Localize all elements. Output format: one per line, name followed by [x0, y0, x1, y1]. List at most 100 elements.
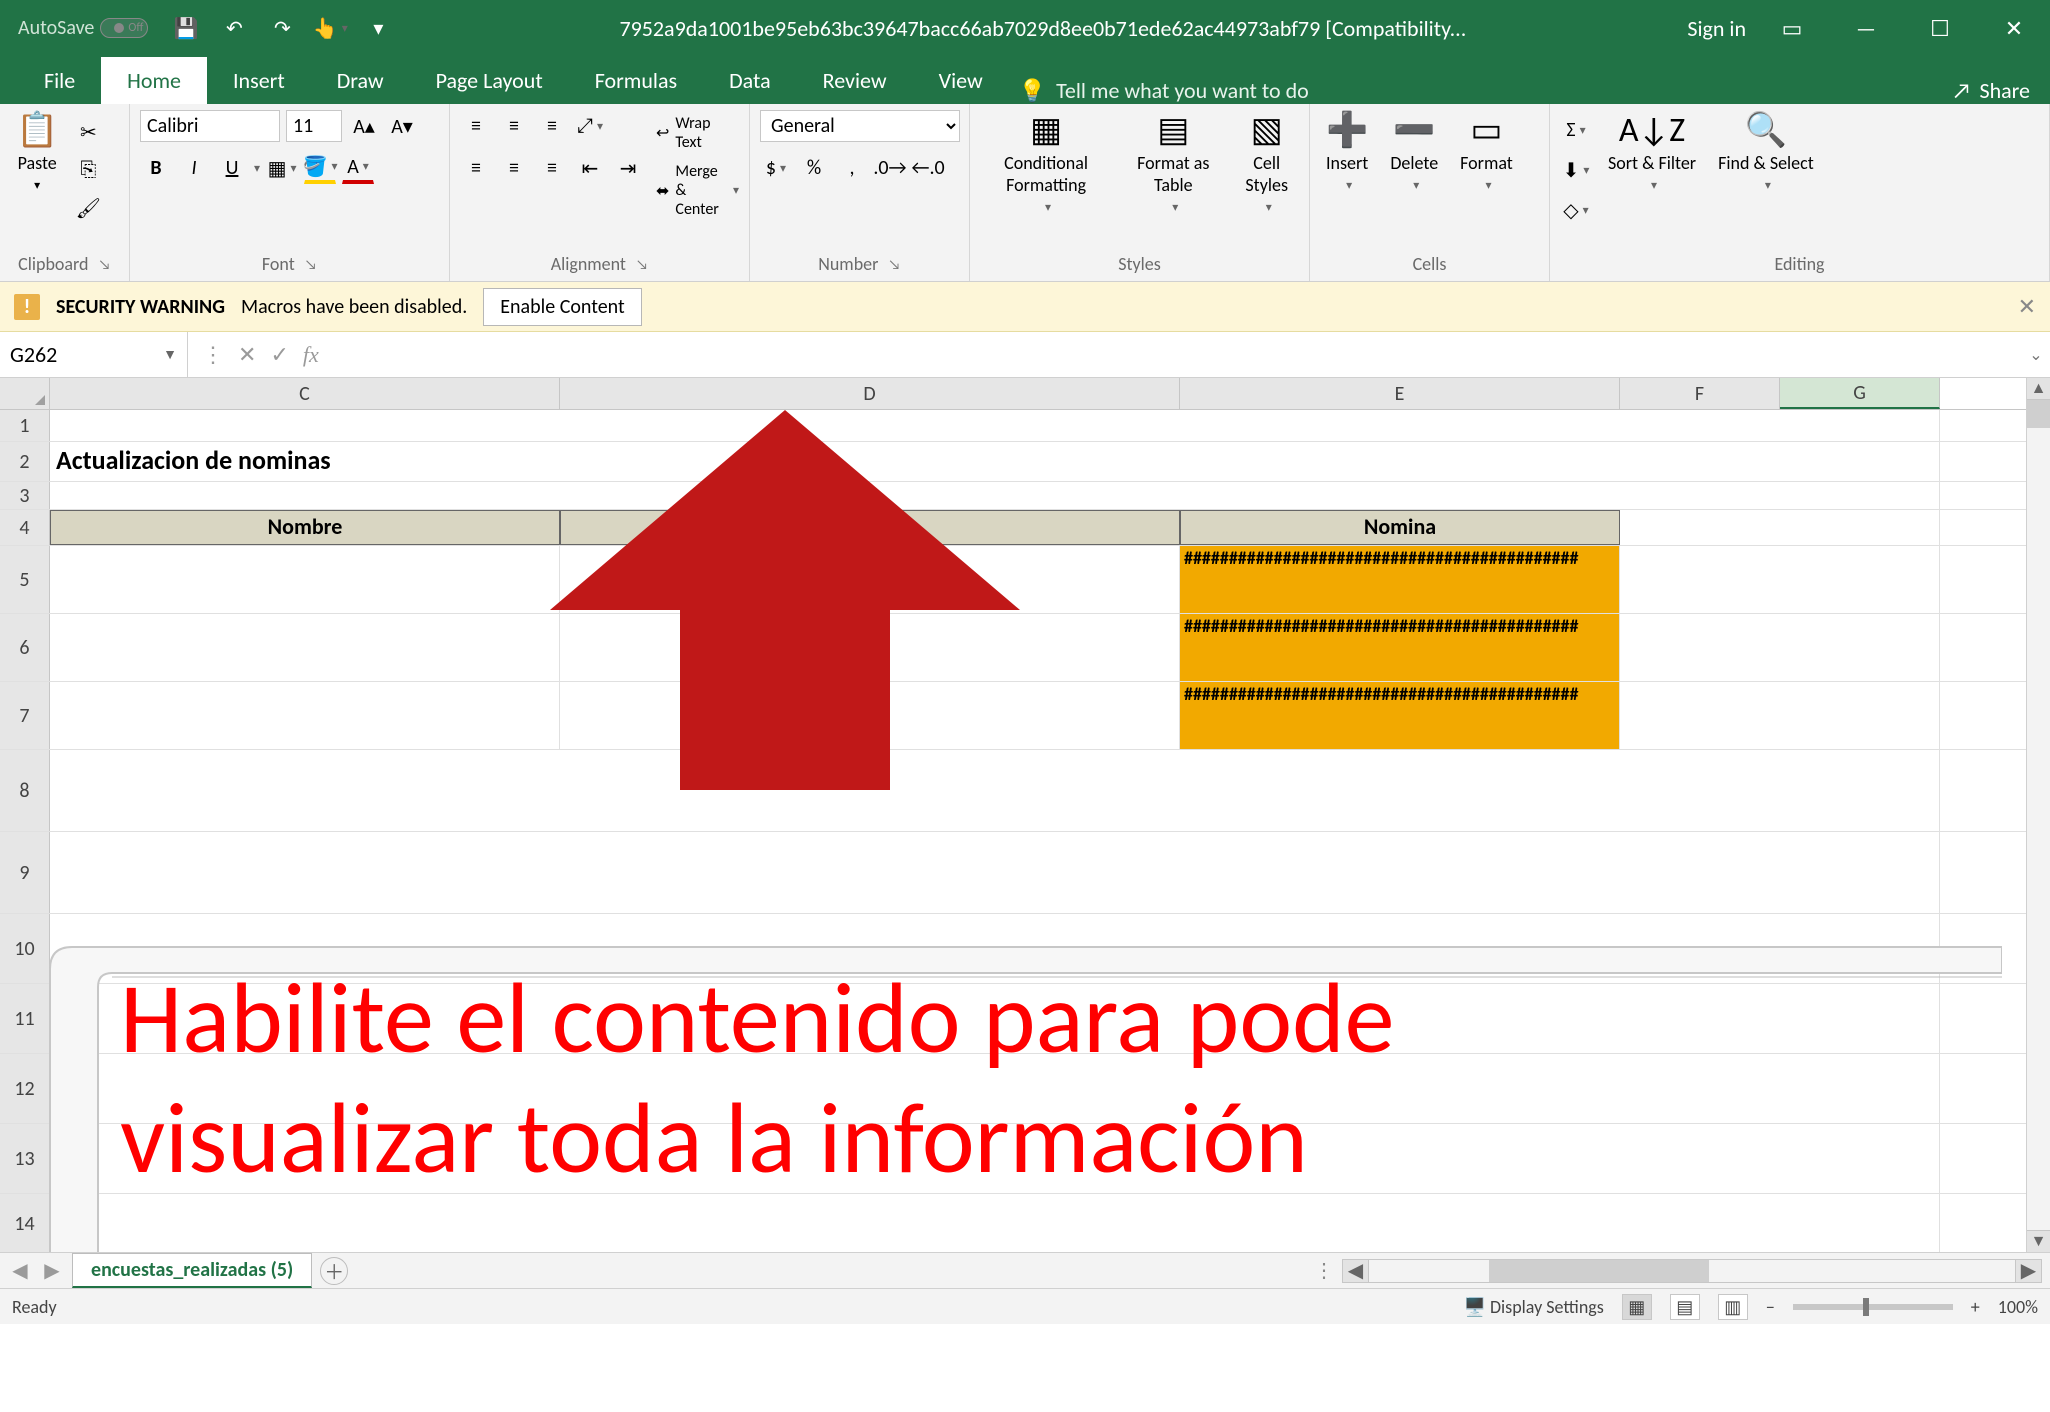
- worksheet-area[interactable]: C D E F G 1 2Actualizacion de nominas 3 …: [0, 378, 2050, 1252]
- scroll-down-icon[interactable]: ▼: [2027, 1230, 2050, 1252]
- number-launcher-icon[interactable]: ↘: [888, 256, 900, 273]
- touch-mode-icon[interactable]: 👆: [310, 8, 350, 48]
- expand-formula-bar-icon[interactable]: ⌄: [2022, 332, 2050, 377]
- clear-icon[interactable]: ◇: [1560, 194, 1592, 226]
- format-cells-button[interactable]: ▭Format: [1454, 110, 1519, 197]
- col-header-c[interactable]: C: [50, 378, 560, 409]
- tab-file[interactable]: File: [18, 57, 101, 104]
- minimize-icon[interactable]: —: [1838, 8, 1894, 48]
- cell-styles-button[interactable]: ▧Cell Styles: [1234, 110, 1299, 219]
- font-size-input[interactable]: [286, 110, 342, 142]
- zoom-in-icon[interactable]: +: [1971, 1296, 1980, 1318]
- tab-formulas[interactable]: Formulas: [569, 57, 703, 104]
- col-header-g[interactable]: G: [1780, 378, 1940, 409]
- sheet-nav-prev-icon[interactable]: ◀: [8, 1258, 32, 1283]
- col-header-f[interactable]: F: [1620, 378, 1780, 409]
- horizontal-scrollbar[interactable]: ◀ ▶: [1342, 1259, 2042, 1283]
- bold-icon[interactable]: B: [140, 152, 172, 184]
- increase-font-icon[interactable]: A▴: [348, 110, 380, 142]
- sheet-tab-active[interactable]: encuestas_realizadas (5): [72, 1253, 312, 1288]
- row-header[interactable]: 2: [0, 442, 50, 481]
- tab-split-handle[interactable]: ⋮: [1314, 1258, 1334, 1283]
- align-center-icon[interactable]: ≡: [498, 152, 530, 184]
- align-right-icon[interactable]: ≡: [536, 152, 568, 184]
- page-break-view-icon[interactable]: ▥: [1718, 1294, 1748, 1320]
- enable-content-button[interactable]: Enable Content: [483, 288, 641, 326]
- new-sheet-button[interactable]: ＋: [320, 1257, 348, 1285]
- ribbon-options-icon[interactable]: ▭: [1764, 8, 1820, 48]
- redo-icon[interactable]: ↷: [262, 8, 302, 48]
- zoom-level[interactable]: 100%: [1998, 1296, 2038, 1318]
- align-left-icon[interactable]: ≡: [460, 152, 492, 184]
- tab-review[interactable]: Review: [797, 57, 913, 104]
- page-layout-view-icon[interactable]: ▤: [1670, 1294, 1700, 1320]
- fill-icon[interactable]: ⬇: [1560, 154, 1592, 186]
- accept-formula-icon[interactable]: ✓: [270, 341, 288, 368]
- clipboard-launcher-icon[interactable]: ↘: [99, 256, 111, 273]
- tab-home[interactable]: Home: [101, 57, 207, 104]
- scroll-thumb[interactable]: [2027, 400, 2050, 428]
- fx-icon[interactable]: fx: [303, 342, 319, 368]
- cut-icon[interactable]: ✂: [72, 116, 104, 148]
- decrease-indent-icon[interactable]: ⇤: [574, 152, 606, 184]
- decrease-decimal-icon[interactable]: ←.0: [912, 152, 944, 184]
- save-icon[interactable]: 💾: [166, 8, 206, 48]
- close-icon[interactable]: ✕: [1986, 8, 2042, 48]
- scroll-right-icon[interactable]: ▶: [2015, 1260, 2041, 1282]
- align-bottom-icon[interactable]: ≡: [536, 110, 568, 142]
- font-name-input[interactable]: [140, 110, 280, 142]
- underline-icon[interactable]: U: [216, 152, 248, 184]
- wrap-text-button[interactable]: ↩ Wrap Text: [656, 114, 739, 152]
- increase-indent-icon[interactable]: ⇥: [612, 152, 644, 184]
- col-header-d[interactable]: D: [560, 378, 1180, 409]
- row-header[interactable]: 8: [0, 750, 50, 831]
- row-header[interactable]: 4: [0, 510, 50, 545]
- tab-view[interactable]: View: [913, 57, 1009, 104]
- undo-icon[interactable]: ↶: [214, 8, 254, 48]
- border-icon[interactable]: ▦: [266, 152, 298, 184]
- orientation-icon[interactable]: ⤢: [574, 110, 606, 142]
- italic-icon[interactable]: I: [178, 152, 210, 184]
- conditional-formatting-button[interactable]: ▦Conditional Formatting: [980, 110, 1112, 219]
- font-color-icon[interactable]: A: [342, 152, 374, 184]
- merge-center-button[interactable]: ⬌ Merge & Center: [656, 162, 739, 219]
- scroll-up-icon[interactable]: ▲: [2027, 378, 2050, 400]
- qat-customize-icon[interactable]: ▾: [358, 8, 398, 48]
- select-all-corner[interactable]: [0, 378, 50, 409]
- row-header[interactable]: 7: [0, 682, 50, 749]
- delete-cells-button[interactable]: ➖Delete: [1384, 110, 1444, 197]
- format-painter-icon[interactable]: 🖌: [72, 192, 104, 224]
- display-settings-button[interactable]: 🖥️ Display Settings: [1463, 1296, 1603, 1318]
- scroll-left-icon[interactable]: ◀: [1343, 1260, 1369, 1282]
- name-box[interactable]: G262 ▼: [0, 332, 188, 377]
- align-top-icon[interactable]: ≡: [460, 110, 492, 142]
- row-header[interactable]: 1: [0, 410, 50, 441]
- name-box-dropdown-icon[interactable]: ▼: [163, 346, 177, 363]
- currency-icon[interactable]: $: [760, 152, 792, 184]
- number-format-select[interactable]: General: [760, 110, 960, 142]
- autosave-state[interactable]: Off: [100, 18, 148, 38]
- align-middle-icon[interactable]: ≡: [498, 110, 530, 142]
- decrease-font-icon[interactable]: A▾: [386, 110, 418, 142]
- find-select-button[interactable]: 🔍Find & Select: [1712, 110, 1820, 197]
- share-button[interactable]: ↗ Share: [1952, 77, 2050, 104]
- tab-data[interactable]: Data: [703, 57, 797, 104]
- autosave-toggle[interactable]: AutoSave Off: [8, 16, 158, 40]
- sign-in-link[interactable]: Sign in: [1687, 15, 1746, 42]
- zoom-out-icon[interactable]: −: [1766, 1296, 1775, 1318]
- sheet-nav-next-icon[interactable]: ▶: [40, 1258, 64, 1283]
- tell-me[interactable]: 💡 Tell me what you want to do: [1019, 77, 1309, 104]
- hscroll-thumb[interactable]: [1489, 1260, 1709, 1282]
- cancel-formula-icon[interactable]: ✕: [238, 341, 256, 368]
- normal-view-icon[interactable]: ▦: [1622, 1294, 1652, 1320]
- row-header[interactable]: 3: [0, 482, 50, 509]
- col-header-e[interactable]: E: [1180, 378, 1620, 409]
- row-header[interactable]: 6: [0, 614, 50, 681]
- security-close-icon[interactable]: ✕: [2018, 293, 2036, 320]
- tab-insert[interactable]: Insert: [207, 57, 311, 104]
- formula-input[interactable]: [333, 332, 2022, 377]
- autosum-icon[interactable]: Σ: [1560, 114, 1592, 146]
- tab-draw[interactable]: Draw: [311, 57, 410, 104]
- increase-decimal-icon[interactable]: .0→: [874, 152, 906, 184]
- comma-icon[interactable]: ,: [836, 152, 868, 184]
